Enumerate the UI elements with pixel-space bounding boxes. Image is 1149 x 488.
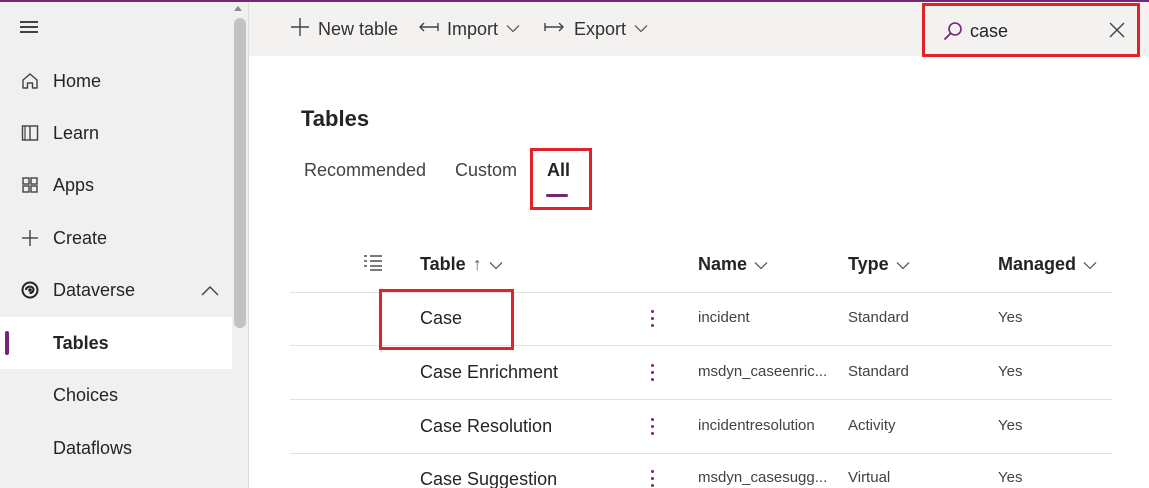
home-icon <box>18 69 42 93</box>
chevron-up-icon[interactable] <box>200 284 220 302</box>
column-header-name[interactable]: Name <box>698 253 768 275</box>
table-cell-name: msdyn_casesugg... <box>698 469 828 486</box>
table-cell-managed: Yes <box>998 309 1023 326</box>
sidebar-item-tables[interactable]: Tables <box>0 317 232 369</box>
column-header-label: Table <box>420 253 466 274</box>
column-header-label: Name <box>698 253 748 274</box>
table-cell-display-name[interactable]: Case Enrichment <box>420 362 558 383</box>
sidebar-item-create[interactable]: Create <box>0 212 232 264</box>
column-options-icon[interactable] <box>363 254 383 277</box>
sidebar-item-dataflows[interactable]: Dataflows <box>0 422 232 474</box>
sidebar-item-choices[interactable]: Choices <box>0 369 232 421</box>
highlight-box-all-tab <box>530 148 592 210</box>
sidebar-item-label: Choices <box>53 384 119 405</box>
chevron-down-icon <box>1083 254 1097 275</box>
column-header-type[interactable]: Type <box>848 253 910 275</box>
table-cell-type: Standard <box>848 363 909 380</box>
tab-custom[interactable]: Custom <box>455 160 517 181</box>
chevron-down-icon <box>489 254 503 275</box>
table-cell-type: Standard <box>848 309 909 326</box>
sidebar-item-home[interactable]: Home <box>0 55 232 107</box>
table-cell-display-name[interactable]: Case Resolution <box>420 416 552 437</box>
export-label: Export <box>574 18 627 39</box>
table-cell-managed: Yes <box>998 469 1023 486</box>
more-options-icon[interactable] <box>647 467 657 488</box>
sidebar-divider <box>248 2 249 488</box>
column-header-label: Type <box>848 253 889 274</box>
sidebar-item-label: Apps <box>53 174 95 195</box>
export-button[interactable]: Export <box>544 2 648 56</box>
table-cell-type: Virtual <box>848 469 891 486</box>
sidebar-item-dataverse[interactable]: Dataverse <box>0 264 232 316</box>
table-cell-managed: Yes <box>998 363 1023 380</box>
hamburger-icon[interactable] <box>20 19 38 35</box>
dataverse-icon <box>18 278 42 302</box>
close-icon[interactable] <box>1108 21 1126 44</box>
more-options-icon[interactable] <box>647 307 657 331</box>
new-table-label: New table <box>318 18 399 39</box>
apps-icon <box>18 173 42 197</box>
sidebar-item-label: Learn <box>53 122 100 143</box>
sort-ascending-icon: ↑ <box>472 253 482 274</box>
table-cell-name: incident <box>698 309 750 326</box>
new-table-button[interactable]: New table <box>290 2 398 56</box>
table-cell-managed: Yes <box>998 417 1023 434</box>
import-icon <box>417 20 439 39</box>
sidebar-item-label: Create <box>53 227 108 248</box>
table-cell-name: msdyn_caseenric... <box>698 363 828 380</box>
chevron-down-icon <box>506 20 520 38</box>
table-cell-name: incidentresolution <box>698 417 815 434</box>
import-label: Import <box>447 18 499 39</box>
more-options-icon[interactable] <box>647 415 657 439</box>
plus-icon <box>18 226 42 250</box>
chevron-down-icon <box>754 254 768 275</box>
sidebar-item-label: Home <box>53 70 102 91</box>
sidebar-scrollbar-thumb[interactable] <box>234 18 246 328</box>
active-indicator <box>5 331 9 355</box>
table-row[interactable]: Case Enrichment msdyn_caseenric... Stand… <box>290 346 1112 400</box>
search-icon <box>942 20 964 47</box>
table-cell-display-name[interactable]: Case Suggestion <box>420 469 557 488</box>
export-icon <box>544 20 566 39</box>
table-cell-type: Activity <box>848 417 896 434</box>
column-header-managed[interactable]: Managed <box>998 253 1097 275</box>
more-options-icon[interactable] <box>647 361 657 385</box>
table-row[interactable]: Case Resolution incidentresolution Activ… <box>290 400 1112 454</box>
page-title: Tables <box>301 106 370 131</box>
tab-recommended[interactable]: Recommended <box>304 160 426 181</box>
plus-icon <box>290 17 310 42</box>
sidebar-item-label: Dataverse <box>53 279 136 300</box>
chevron-down-icon <box>634 20 648 38</box>
table-row[interactable]: Case Suggestion msdyn_casesugg... Virtua… <box>290 454 1112 488</box>
sidebar-item-learn[interactable]: Learn <box>0 107 232 159</box>
import-button[interactable]: Import <box>417 2 520 56</box>
search-box <box>922 3 1140 57</box>
sidebar-item-label: Dataflows <box>53 437 133 458</box>
highlight-box-case-row <box>379 289 514 350</box>
scroll-up-arrow-icon[interactable] <box>234 6 242 11</box>
chevron-down-icon <box>896 254 910 275</box>
sidebar-item-apps[interactable]: Apps <box>0 159 232 211</box>
search-input[interactable] <box>970 19 1090 43</box>
book-icon <box>18 121 42 145</box>
column-header-label: Managed <box>998 253 1077 274</box>
sidebar-item-label: Tables <box>53 332 109 353</box>
column-header-table[interactable]: Table ↑ <box>420 253 503 275</box>
